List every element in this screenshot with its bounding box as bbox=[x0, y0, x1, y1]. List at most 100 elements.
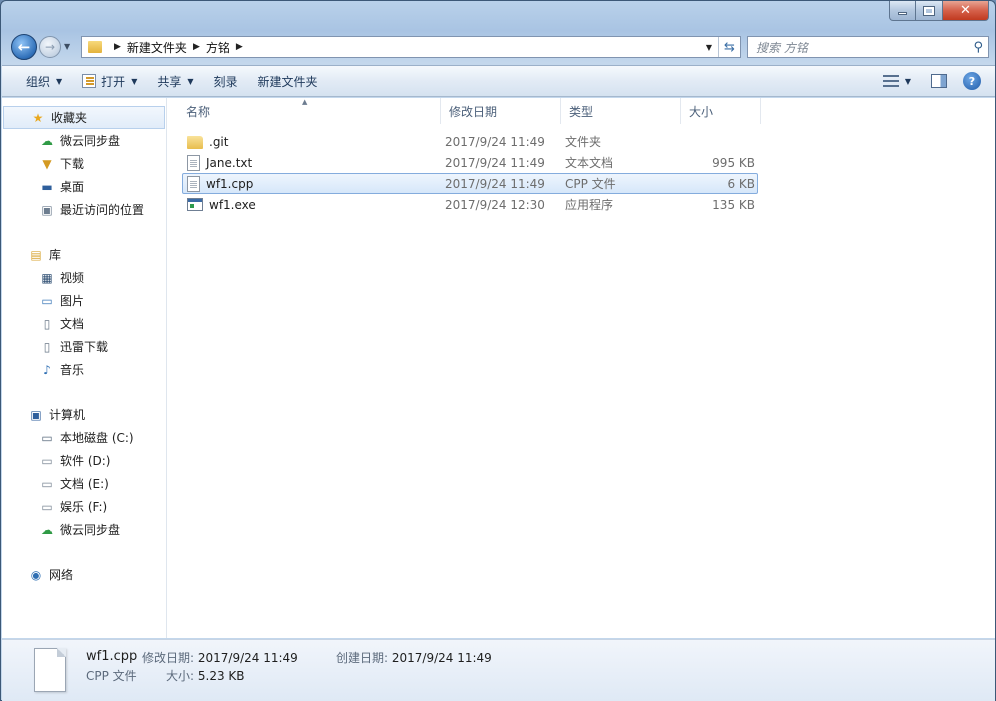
chevron-down-icon[interactable]: ▼ bbox=[905, 77, 911, 86]
details-created-value: 2017/9/24 11:49 bbox=[391, 651, 492, 665]
sidebar-item-libraries[interactable]: ▤ 库 bbox=[2, 243, 166, 266]
details-modified-value: 2017/9/24 11:49 bbox=[197, 651, 298, 665]
forward-button[interactable]: → bbox=[39, 36, 61, 58]
breadcrumb-separator-icon[interactable]: ▶ bbox=[193, 42, 200, 52]
star-icon: ★ bbox=[32, 110, 44, 125]
share-button[interactable]: 共享 ▼ bbox=[147, 69, 203, 93]
breadcrumb-separator-icon[interactable]: ▶ bbox=[114, 42, 121, 52]
sidebar-item-computer[interactable]: ▣ 计算机 bbox=[2, 403, 166, 426]
minimize-button[interactable] bbox=[889, 1, 916, 21]
file-modified: 2017/9/24 11:49 bbox=[445, 176, 545, 191]
sidebar-item-network[interactable]: ◉ 网络 bbox=[2, 563, 166, 586]
sidebar-item-recent[interactable]: ▣ 最近访问的位置 bbox=[2, 198, 166, 221]
search-icon[interactable]: ⚲ bbox=[973, 40, 983, 55]
sidebar-item-label: 计算机 bbox=[49, 408, 86, 422]
file-size: 135 KB bbox=[712, 197, 755, 212]
caption-buttons: ✕ bbox=[889, 1, 989, 21]
refresh-button[interactable]: ⇆ bbox=[718, 37, 740, 57]
breadcrumb-separator-icon[interactable]: ▶ bbox=[236, 42, 243, 52]
preview-pane-icon[interactable] bbox=[931, 74, 947, 88]
sidebar-item-favorites[interactable]: ★ 收藏夹 bbox=[3, 106, 165, 129]
sidebar-item-label: 库 bbox=[49, 248, 62, 262]
sidebar-item-drive-d[interactable]: ▭ 软件 (D:) bbox=[2, 449, 166, 472]
maximize-icon bbox=[923, 5, 935, 16]
refresh-icon: ⇆ bbox=[724, 39, 735, 55]
network-group: ◉ 网络 bbox=[2, 563, 166, 586]
sidebar-item-drive-e[interactable]: ▭ 文档 (E:) bbox=[2, 472, 166, 495]
sidebar-item-label: 微云同步盘 bbox=[60, 523, 121, 537]
file-row-wf1-cpp[interactable]: wf1.cpp 2017/9/24 11:49 CPP 文件 6 KB bbox=[182, 173, 758, 194]
breadcrumb-item[interactable]: 新建文件夹 bbox=[127, 39, 187, 56]
sidebar-item-downloads[interactable]: ▼ 下载 bbox=[2, 152, 166, 175]
sidebar-item-desktop[interactable]: ▬ 桌面 bbox=[2, 175, 166, 198]
folder-icon bbox=[88, 41, 102, 53]
new-folder-label: 新建文件夹 bbox=[257, 74, 318, 89]
drive-icon: ▭ bbox=[41, 499, 53, 514]
main-area: ★ 收藏夹 ☁ 微云同步盘 ▼ 下载 ▬ 桌面 ▣ 最近访问的位置 ▤ 库 ▦ … bbox=[2, 98, 995, 638]
sidebar-item-documents[interactable]: ▯ 文档 bbox=[2, 312, 166, 335]
file-name: Jane.txt bbox=[206, 155, 253, 170]
pictures-icon: ▭ bbox=[41, 293, 53, 308]
help-icon[interactable]: ? bbox=[963, 72, 981, 90]
details-modified: 修改日期: 2017/9/24 11:49 bbox=[142, 649, 298, 666]
exe-file-icon bbox=[187, 198, 203, 211]
file-row-jane-txt[interactable]: Jane.txt 2017/9/24 11:49 文本文档 995 KB bbox=[182, 152, 758, 173]
column-header-name[interactable]: 名称 ▲ bbox=[168, 98, 441, 124]
column-header-label: 大小 bbox=[689, 104, 714, 119]
column-header-type[interactable]: 类型 bbox=[561, 98, 681, 124]
open-button[interactable]: 打开 ▼ bbox=[72, 69, 147, 93]
column-header-size[interactable]: 大小 bbox=[681, 98, 761, 124]
details-pane: wf1.cpp CPP 文件 修改日期: 2017/9/24 11:49 创建日… bbox=[2, 639, 995, 701]
breadcrumb-item[interactable]: 方铭 bbox=[206, 39, 230, 56]
views-icon[interactable] bbox=[882, 75, 899, 87]
column-header-modified[interactable]: 修改日期 bbox=[441, 98, 561, 124]
chevron-down-icon: ▼ bbox=[131, 76, 138, 86]
burn-button[interactable]: 刻录 bbox=[204, 69, 248, 93]
maximize-button[interactable] bbox=[916, 1, 943, 21]
new-folder-button[interactable]: 新建文件夹 bbox=[248, 69, 328, 93]
file-list: .git 2017/9/24 11:49 文件夹 Jane.txt 2017/9… bbox=[182, 131, 758, 215]
back-arrow-icon: ← bbox=[17, 38, 31, 56]
sidebar-item-drive-c[interactable]: ▭ 本地磁盘 (C:) bbox=[2, 426, 166, 449]
cloud-sync-icon: ☁ bbox=[41, 133, 53, 148]
computer-icon: ▣ bbox=[30, 407, 42, 422]
sidebar-item-music[interactable]: ♪ 音乐 bbox=[2, 358, 166, 381]
sidebar-item-label: 本地磁盘 (C:) bbox=[60, 431, 134, 445]
sidebar-item-weiyun[interactable]: ☁ 微云同步盘 bbox=[2, 129, 166, 152]
sidebar-item-videos[interactable]: ▦ 视频 bbox=[2, 266, 166, 289]
close-button[interactable]: ✕ bbox=[943, 1, 989, 21]
cpp-file-icon bbox=[187, 175, 200, 192]
navigation-pane: ★ 收藏夹 ☁ 微云同步盘 ▼ 下载 ▬ 桌面 ▣ 最近访问的位置 ▤ 库 ▦ … bbox=[2, 98, 167, 638]
details-size: 大小: 5.23 KB bbox=[166, 667, 245, 684]
sidebar-item-thunder-downloads[interactable]: ▯ 迅雷下载 bbox=[2, 335, 166, 358]
file-modified: 2017/9/24 11:49 bbox=[445, 134, 545, 149]
sidebar-item-drive-f[interactable]: ▭ 娱乐 (F:) bbox=[2, 495, 166, 518]
organize-button[interactable]: 组织 ▼ bbox=[2, 69, 72, 93]
favorites-group: ★ 收藏夹 ☁ 微云同步盘 ▼ 下载 ▬ 桌面 ▣ 最近访问的位置 bbox=[2, 106, 166, 221]
column-header-label: 类型 bbox=[569, 104, 594, 119]
address-bar[interactable]: ▶ 新建文件夹 ▶ 方铭 ▶ ▼ ⇆ bbox=[81, 36, 741, 58]
file-row-wf1-exe[interactable]: wf1.exe 2017/9/24 12:30 应用程序 135 KB bbox=[182, 194, 758, 215]
sidebar-item-label: 软件 (D:) bbox=[60, 454, 111, 468]
details-file-type: CPP 文件 bbox=[86, 669, 137, 683]
file-row-git[interactable]: .git 2017/9/24 11:49 文件夹 bbox=[182, 131, 758, 152]
details-file-name: wf1.cpp bbox=[86, 649, 138, 664]
drive-icon: ▭ bbox=[41, 453, 53, 468]
search-box[interactable]: 搜索 方铭 ⚲ bbox=[747, 36, 989, 58]
search-input[interactable]: 搜索 方铭 bbox=[756, 39, 808, 56]
file-type: 文本文档 bbox=[565, 156, 614, 170]
music-icon: ♪ bbox=[43, 362, 51, 377]
open-icon bbox=[82, 74, 97, 88]
sidebar-item-label: 娱乐 (F:) bbox=[60, 500, 108, 514]
sidebar-item-pictures[interactable]: ▭ 图片 bbox=[2, 289, 166, 312]
column-header-label: 名称 bbox=[186, 104, 211, 119]
address-dropdown-icon[interactable]: ▼ bbox=[700, 43, 718, 52]
file-modified: 2017/9/24 11:49 bbox=[445, 155, 545, 170]
organize-label: 组织 bbox=[26, 74, 51, 89]
back-button[interactable]: ← bbox=[11, 34, 37, 60]
file-name: .git bbox=[209, 134, 229, 149]
sidebar-item-weiyun-drive[interactable]: ☁ 微云同步盘 bbox=[2, 518, 166, 541]
sidebar-item-label: 视频 bbox=[60, 271, 85, 285]
recent-pages-button[interactable]: ▼ bbox=[64, 42, 70, 51]
file-size: 995 KB bbox=[712, 155, 755, 170]
